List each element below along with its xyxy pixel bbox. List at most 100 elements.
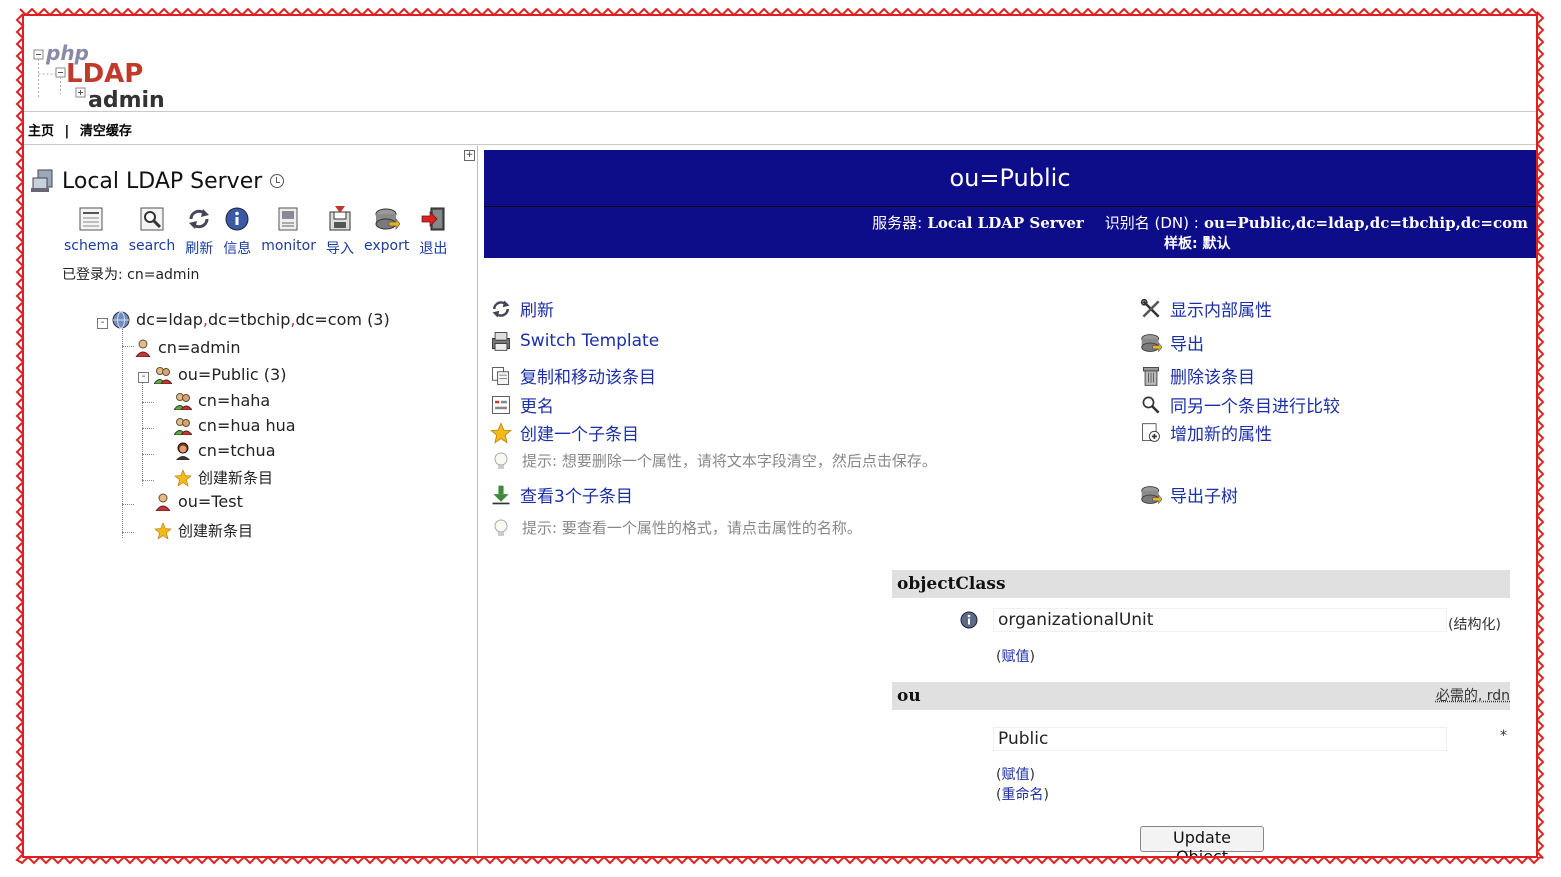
tree-node-root[interactable]: dc=ldap, dc=tbchip, dc=com (3) xyxy=(112,310,390,329)
tree-node-huahua[interactable]: cn=hua hua xyxy=(174,416,296,435)
toolbar-refresh-label: 刷新 xyxy=(185,241,214,257)
template-icon xyxy=(492,332,510,351)
tree-connector xyxy=(142,480,154,481)
schema-icon xyxy=(79,207,103,231)
group-icon xyxy=(154,366,172,384)
entry-title: ou=Public xyxy=(949,164,1071,192)
tree-node-public[interactable]: ou=Public (3) xyxy=(154,365,286,384)
search-icon xyxy=(140,207,164,231)
lightbulb-icon xyxy=(494,519,508,536)
svg-text:admin: admin xyxy=(88,88,165,110)
delete-entry-link[interactable]: 删除该条目 xyxy=(1140,363,1255,388)
person-icon xyxy=(176,442,190,460)
ou-add-value-link[interactable]: (赋值) xyxy=(996,764,1035,784)
show-internal-attrs-link[interactable]: 显示内部属性 xyxy=(1140,296,1272,321)
toolbar-refresh[interactable]: 刷新 xyxy=(185,206,213,258)
export-entry-link[interactable]: 导出 xyxy=(1140,330,1204,355)
tree-node-label: 创建新条目 xyxy=(178,522,254,540)
lightbulb-icon xyxy=(494,452,508,469)
server-name[interactable]: Local LDAP Server xyxy=(62,169,262,194)
header-divider xyxy=(24,111,1536,112)
banner-divider xyxy=(484,206,1536,207)
toolbar-monitor[interactable]: monitor xyxy=(261,206,316,258)
attr-name-ou[interactable]: ou xyxy=(897,682,921,710)
action-label: 显示内部属性 xyxy=(1170,301,1272,321)
tree-connector xyxy=(142,454,154,455)
toolbar-schema[interactable]: schema xyxy=(64,206,119,258)
template-label: 样板: xyxy=(1164,236,1198,252)
toolbar-info[interactable]: 信息 xyxy=(223,206,251,258)
refresh-entry-link[interactable]: 刷新 xyxy=(490,296,554,321)
group-icon xyxy=(174,392,192,410)
switch-template-link[interactable]: Switch Template xyxy=(490,330,659,352)
export-subtree-link[interactable]: 导出子树 xyxy=(1140,482,1238,507)
tree-connector xyxy=(122,504,134,505)
objectclass-add-value-link[interactable]: (赋值) xyxy=(996,646,1035,666)
root-dn-part: dc=ldap xyxy=(136,310,203,329)
phpldapadmin-logo[interactable]: php LDAP admin xyxy=(32,40,172,110)
tree-connector xyxy=(122,346,134,347)
tree-node-admin[interactable]: cn=admin xyxy=(134,338,240,357)
copy-move-link[interactable]: 复制和移动该条目 xyxy=(490,363,656,388)
toolbar-schema-label: schema xyxy=(64,238,119,254)
globe-icon xyxy=(112,311,130,328)
dn-label: 识别名 (DN) : xyxy=(1104,214,1199,232)
collapse-public-toggle[interactable]: - xyxy=(138,372,149,383)
left-panel: + Local LDAP Server schema search 刷新 信息 … xyxy=(24,146,478,856)
add-attribute-link[interactable]: 增加新的属性 xyxy=(1140,420,1272,445)
tree-connector xyxy=(142,378,143,486)
tree-node-label: ou=Public (3) xyxy=(178,365,287,384)
nav-separator: | xyxy=(64,124,70,139)
collapse-root-toggle[interactable]: - xyxy=(97,318,108,329)
star-icon xyxy=(154,521,172,540)
toolbar-import[interactable]: 导入 xyxy=(326,206,354,258)
objectclass-structural-note: (结构化) xyxy=(1448,617,1501,633)
tree-connector xyxy=(122,322,123,538)
clear-cache-link[interactable]: 清空缓存 xyxy=(80,124,132,139)
toolbar-info-label: 信息 xyxy=(223,241,252,257)
required-rdn-note: 必需的, rdn xyxy=(1435,688,1510,704)
expand-panel-button[interactable]: + xyxy=(464,150,475,161)
action-label: 更名 xyxy=(520,397,554,417)
refresh-icon xyxy=(492,300,510,317)
export-icon xyxy=(375,208,400,230)
entry-meta: 服务器: Local LDAP Server 识别名 (DN) : ou=Pub… xyxy=(872,212,1528,233)
tree-create-entry-root[interactable]: 创建新条目 xyxy=(154,520,253,541)
action-label: 导出 xyxy=(1170,335,1204,355)
attr-header-ou: ou 必需的, rdn xyxy=(892,682,1510,710)
create-child-link[interactable]: 创建一个子条目 xyxy=(490,420,639,445)
template-value: 默认 xyxy=(1202,236,1231,252)
server-toolbar: schema search 刷新 信息 monitor 导入 export 退出 xyxy=(64,206,457,258)
export-icon xyxy=(1141,485,1162,504)
tree-node-label: cn=haha xyxy=(198,391,271,410)
tools-icon xyxy=(1140,298,1160,318)
svg-text:LDAP: LDAP xyxy=(66,59,143,89)
tree-node-haha[interactable]: cn=haha xyxy=(174,391,270,410)
tree-node-label: ou=Test xyxy=(178,492,243,511)
tree-node-test[interactable]: ou=Test xyxy=(154,492,243,511)
toolbar-logout[interactable]: 退出 xyxy=(419,206,447,258)
tree-node-tchua[interactable]: cn=tchua xyxy=(174,441,276,460)
add-attribute-icon xyxy=(1142,422,1160,442)
toolbar-search-label: search xyxy=(128,238,176,254)
update-object-button[interactable]: Update Object xyxy=(1140,826,1264,856)
action-label: 删除该条目 xyxy=(1170,368,1255,388)
objectclass-value-field[interactable] xyxy=(994,609,1446,631)
view-children-link[interactable]: 查看3个子条目 xyxy=(490,482,633,507)
action-label: Switch Template xyxy=(520,331,660,351)
rename-link[interactable]: 更名 xyxy=(490,392,554,417)
clock-icon xyxy=(270,174,285,188)
server-value: Local LDAP Server xyxy=(927,214,1084,232)
tree-create-entry-public[interactable]: 创建新条目 xyxy=(174,467,273,488)
info-icon[interactable] xyxy=(960,611,978,629)
home-link[interactable]: 主页 xyxy=(28,124,54,139)
attr-header-objectclass: objectClass xyxy=(892,570,1510,598)
root-dn-part: dc=com xyxy=(295,310,362,329)
required-star: * xyxy=(1500,728,1507,744)
toolbar-search[interactable]: search xyxy=(128,206,176,258)
attr-name-objectclass[interactable]: objectClass xyxy=(897,570,1006,598)
toolbar-export[interactable]: export xyxy=(364,206,409,258)
ou-rename-link[interactable]: (重命名) xyxy=(996,784,1049,804)
compare-entry-link[interactable]: 同另一个条目进行比较 xyxy=(1140,392,1340,417)
ou-value-field[interactable] xyxy=(994,728,1446,750)
